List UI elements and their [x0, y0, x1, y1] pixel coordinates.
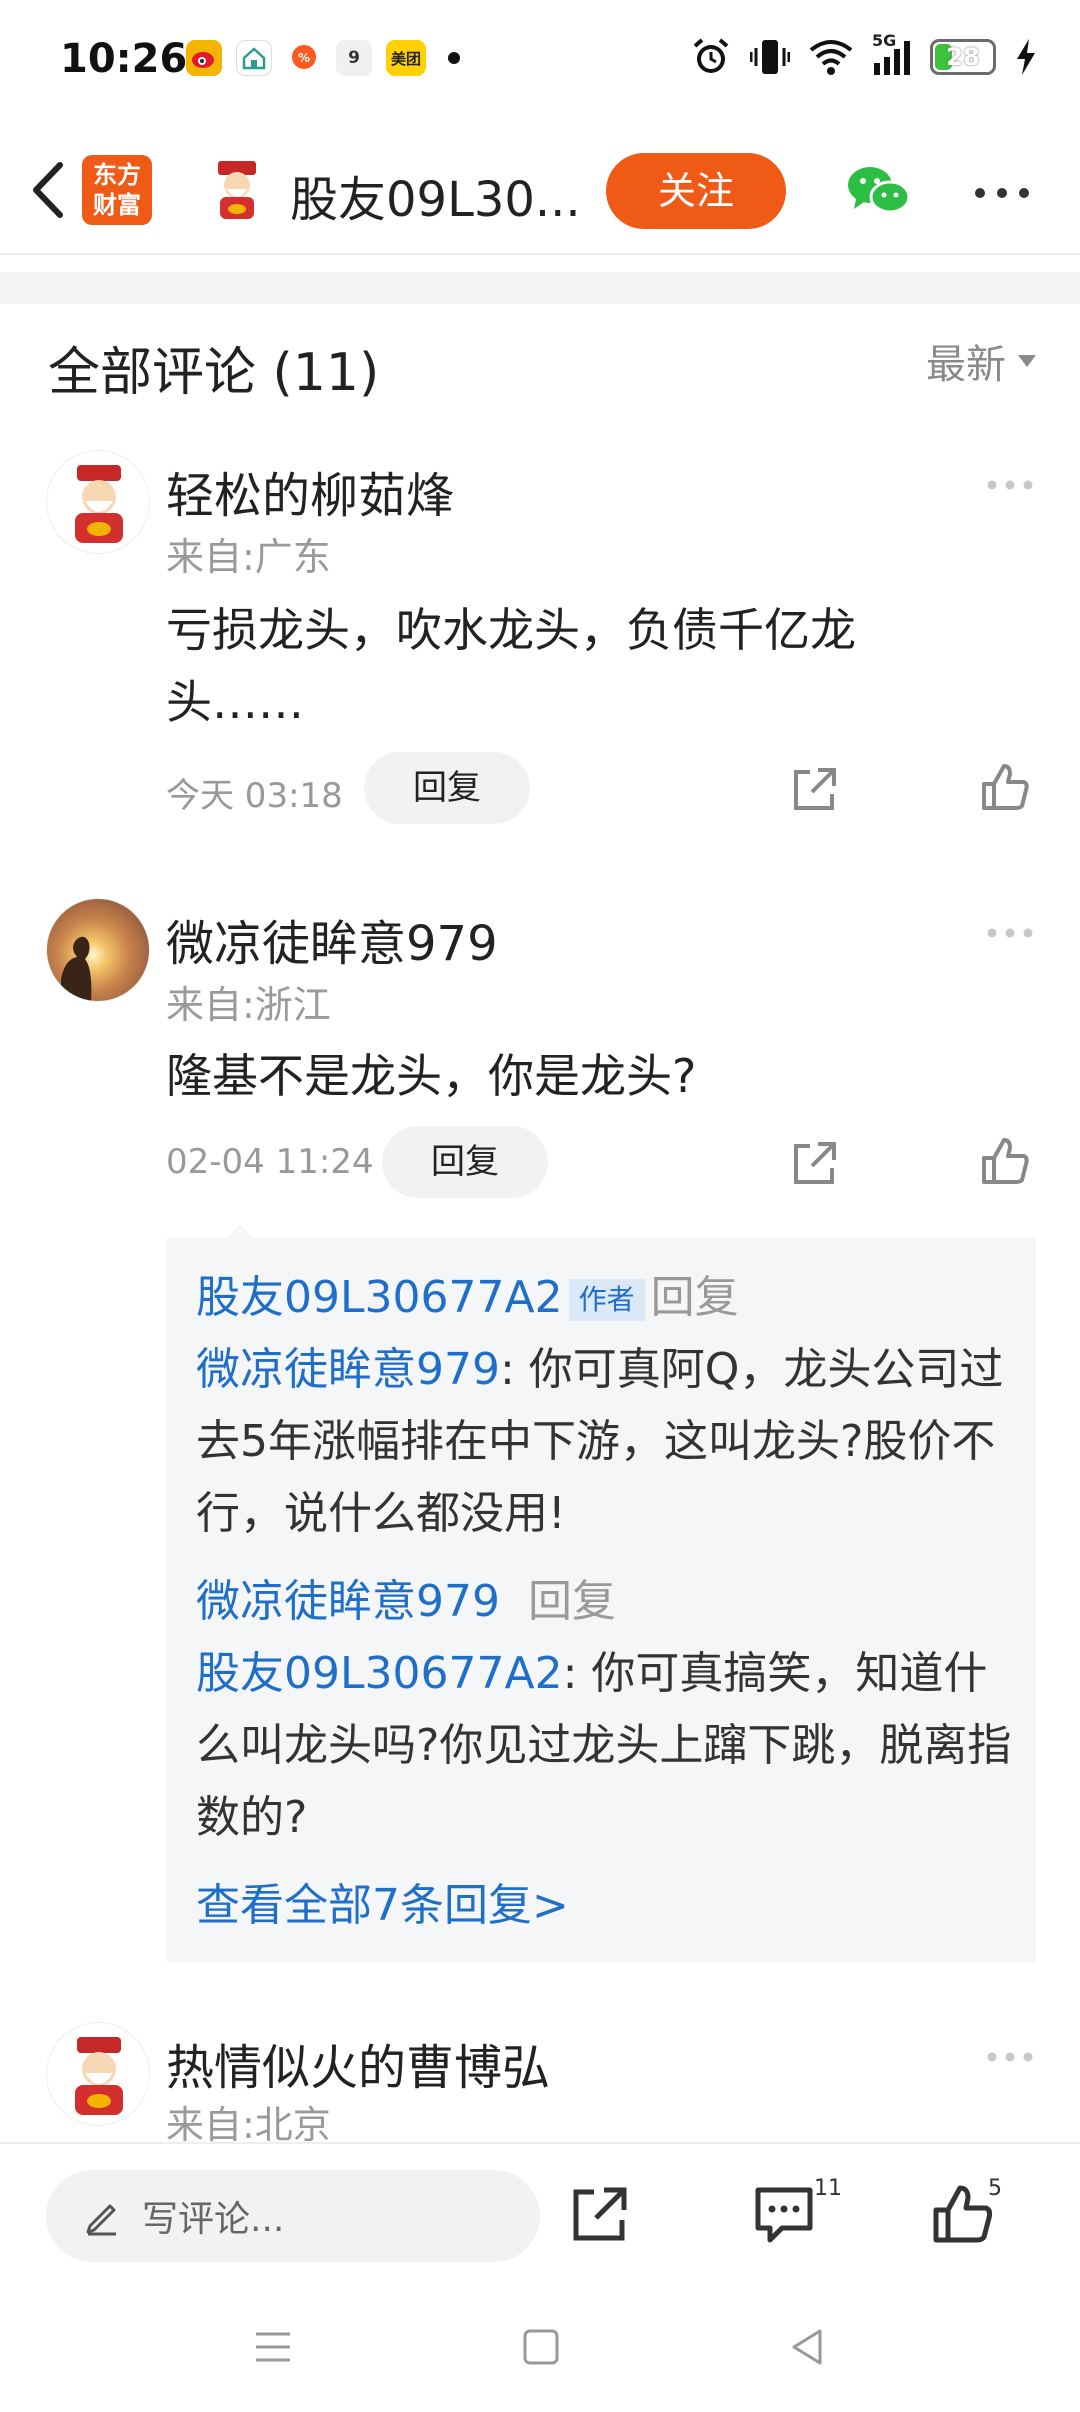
battery-indicator: 28: [930, 39, 996, 75]
thumbs-up-icon[interactable]: [930, 2182, 994, 2246]
bottom-action-bar: 写评论... 11 5: [0, 2142, 1080, 2282]
avatar[interactable]: [46, 898, 150, 1002]
commenter-name[interactable]: 热情似火的曹博弘: [166, 2028, 550, 2098]
home-square-icon[interactable]: [518, 2324, 564, 2370]
comment-more-icon[interactable]: [986, 2050, 1034, 2064]
section-divider: [0, 272, 1080, 304]
status-indicators: 5G 28: [690, 31, 1038, 78]
charging-icon: [1017, 39, 1035, 75]
fortune-god-avatar-icon: [75, 2037, 123, 2115]
fortune-god-avatar-icon: [75, 465, 123, 543]
brand-logo[interactable]: 东方财富: [82, 155, 152, 225]
sort-label: 最新: [926, 342, 1006, 388]
reply-word: 回复: [527, 1576, 616, 1627]
reply-header: 微凉徒眸意979 回复: [196, 1566, 1016, 1638]
back-triangle-icon[interactable]: [784, 2324, 830, 2370]
notification-dot: [448, 52, 460, 64]
chevron-left-icon: [33, 162, 63, 218]
fortune-god-avatar-icon: [218, 161, 256, 219]
share-icon[interactable]: [790, 764, 840, 814]
commenter-name[interactable]: 微凉徒眸意979: [166, 904, 498, 974]
comment-time: 02-04 11:24: [166, 1142, 374, 1182]
home-app-icon: [236, 40, 272, 76]
commenter-name[interactable]: 轻松的柳茹烽: [166, 456, 454, 526]
app-header: 东方财富 股友09L30... 关注: [0, 125, 1080, 255]
weibo-icon: [186, 40, 222, 76]
comment-more-icon[interactable]: [986, 478, 1034, 492]
comment-time: 今天 03:18: [166, 776, 343, 816]
view-all-replies-link[interactable]: 查看全部7条回复>: [196, 1870, 1016, 1942]
commenter-location: 来自:广东: [166, 535, 331, 579]
reply-button[interactable]: 回复: [382, 1126, 548, 1198]
share-icon[interactable]: [568, 2182, 632, 2246]
reply-target-link[interactable]: 股友09L30677A2: [196, 1648, 563, 1699]
share-icon[interactable]: [790, 1138, 840, 1188]
caret-down-icon: [1018, 355, 1036, 367]
status-time: 10:26: [60, 36, 188, 82]
pencil-icon: [86, 2204, 116, 2236]
reply-author-link[interactable]: 股友09L30677A2: [196, 1272, 563, 1323]
reply-body[interactable]: 股友09L30677A2: 你可真搞笑，知道什么叫龙头吗?你见过龙头上蹿下跳，脱…: [196, 1638, 1016, 1854]
more-dots-icon: [975, 188, 1029, 198]
author-avatar[interactable]: [204, 157, 270, 223]
reply-author-link[interactable]: 微凉徒眸意979: [196, 1576, 500, 1627]
back-button[interactable]: [22, 155, 72, 225]
comment-more-icon[interactable]: [986, 926, 1034, 940]
status-app-icons: % 9 美团: [186, 40, 460, 76]
alarm-icon: [693, 38, 729, 73]
system-nav-bar: [0, 2282, 1080, 2412]
thumbs-up-icon[interactable]: [980, 1136, 1030, 1186]
status-bar: 10:26 % 9 美团 5G 28: [0, 0, 1080, 125]
comment-count-badge: 11: [814, 2176, 842, 2201]
comment-text: 隆基不是龙头，你是龙头?: [166, 1049, 697, 1103]
comment-input[interactable]: 写评论...: [46, 2170, 540, 2262]
reply-word: 回复: [650, 1272, 739, 1323]
wifi-icon: [809, 40, 853, 75]
follow-button[interactable]: 关注: [606, 153, 786, 229]
nine-app-icon: 9: [336, 40, 372, 76]
reply-body[interactable]: 微凉徒眸意979: 你可真阿Q，龙头公司过去5年涨幅排在中下游，这叫龙头?股价不…: [196, 1334, 1016, 1550]
reply-target-link[interactable]: 微凉徒眸意979: [196, 1344, 500, 1395]
comment-text: 亏损龙头，吹水龙头，负债千亿龙头……: [166, 603, 856, 729]
battery-text: 28: [946, 43, 980, 71]
svg-text:%: %: [298, 51, 310, 65]
author-name-title[interactable]: 股友09L30...: [290, 160, 590, 230]
like-count-badge: 5: [988, 2176, 1002, 2201]
sort-dropdown[interactable]: 最新: [926, 332, 1036, 390]
wechat-icon: [848, 167, 911, 214]
menu-icon[interactable]: [250, 2324, 296, 2370]
network-type: 5G: [872, 31, 897, 50]
wechat-share-button[interactable]: [846, 163, 911, 219]
author-badge: 作者: [568, 1279, 645, 1321]
avatar[interactable]: [46, 2022, 150, 2126]
thumbs-up-icon[interactable]: [980, 762, 1030, 812]
more-options-button[interactable]: [972, 183, 1032, 203]
vibrate-icon: [750, 40, 790, 74]
comment-bubble-icon[interactable]: [752, 2182, 816, 2246]
reply-button[interactable]: 回复: [364, 752, 530, 824]
silhouette-photo-icon: [61, 936, 92, 1001]
signal-indicator: 5G: [872, 31, 912, 77]
comments-section-title: 全部评论 (11): [48, 343, 380, 403]
commenter-location: 来自:浙江: [166, 983, 331, 1027]
reply-header: 股友09L30677A2 作者 回复: [196, 1262, 1016, 1334]
meituan-icon: 美团: [386, 40, 426, 76]
commenter-location: 来自:北京: [166, 2103, 331, 2147]
taobao-deal-icon: %: [286, 40, 322, 76]
comment-input-placeholder: 写评论...: [142, 2199, 285, 2240]
avatar[interactable]: [46, 450, 150, 554]
